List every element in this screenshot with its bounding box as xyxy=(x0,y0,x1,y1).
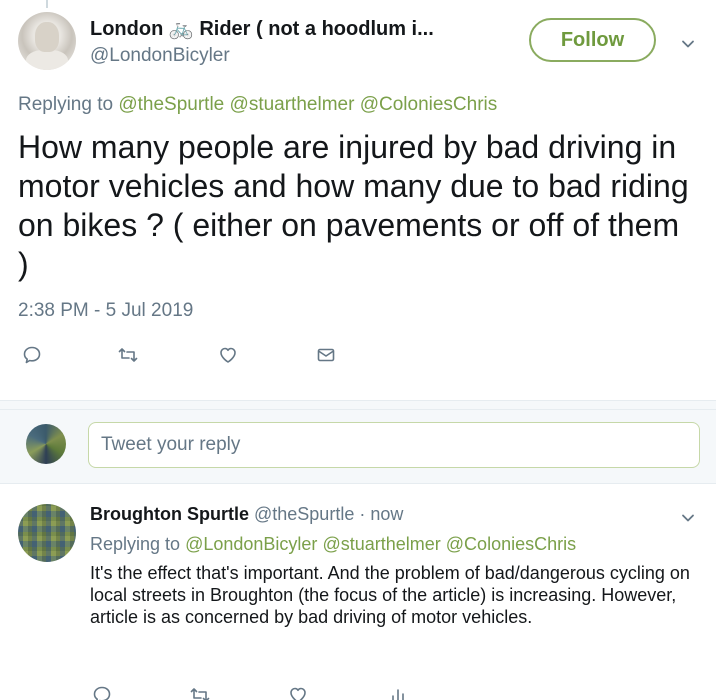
chevron-down-icon[interactable] xyxy=(680,36,696,52)
reply-header: Broughton Spurtle @theSpurtle · now xyxy=(90,504,403,525)
follow-button[interactable]: Follow xyxy=(529,18,656,62)
chevron-down-icon[interactable] xyxy=(680,510,696,526)
reply-input[interactable] xyxy=(88,422,700,468)
bicycle-emoji-icon: 🚲 xyxy=(168,18,194,40)
heart-icon[interactable] xyxy=(218,344,238,366)
mention-link[interactable]: @ColoniesChris xyxy=(446,534,576,554)
display-name[interactable]: Broughton Spurtle xyxy=(90,504,249,524)
main-tweet: London 🚲 Rider ( not a hoodlum i... @Lon… xyxy=(0,0,716,400)
user-handle-time[interactable]: @theSpurtle · now xyxy=(254,504,403,524)
mention-link[interactable]: @stuarthelmer xyxy=(230,94,355,115)
mention-link[interactable]: @LondonBicyler xyxy=(185,534,317,554)
replying-to: Replying to @theSpurtle @stuarthelmer @C… xyxy=(18,94,497,116)
mention-link[interactable]: @theSpurtle xyxy=(118,94,224,115)
avatar[interactable] xyxy=(18,12,76,70)
section-divider xyxy=(0,400,716,410)
display-name-first: London xyxy=(90,18,164,40)
tweet-text: It's the effect that's important. And th… xyxy=(90,563,690,627)
reply-tweet: Broughton Spurtle @theSpurtle · now Repl… xyxy=(0,488,716,700)
replying-to: Replying to @LondonBicyler @stuarthelmer… xyxy=(90,534,576,555)
tweet-text: How many people are injured by bad drivi… xyxy=(18,129,689,282)
reply-composer xyxy=(0,410,716,484)
heart-icon[interactable] xyxy=(288,684,308,700)
display-name[interactable]: London 🚲 Rider ( not a hoodlum i... xyxy=(90,16,434,41)
speech-bubble-icon[interactable] xyxy=(22,344,42,366)
mention-link[interactable]: @ColoniesChris xyxy=(360,94,498,115)
replying-prefix: Replying to xyxy=(90,534,181,554)
bar-chart-icon[interactable] xyxy=(388,684,408,700)
retweet-icon[interactable] xyxy=(190,684,210,700)
mention-link[interactable]: @stuarthelmer xyxy=(322,534,440,554)
tweet-actions xyxy=(0,344,716,366)
display-name-rest: Rider ( not a hoodlum i... xyxy=(199,18,434,40)
user-handle[interactable]: @LondonBicyler xyxy=(90,45,230,67)
speech-bubble-icon[interactable] xyxy=(92,684,112,700)
tweet-timestamp[interactable]: 2:38 PM - 5 Jul 2019 xyxy=(18,300,193,322)
current-user-avatar[interactable] xyxy=(26,424,66,464)
avatar[interactable] xyxy=(18,504,76,562)
reply-tweet-actions xyxy=(0,684,716,700)
retweet-icon[interactable] xyxy=(118,344,138,366)
avatar-figure-body xyxy=(26,50,68,70)
avatar-figure-face xyxy=(35,22,59,52)
replying-prefix: Replying to xyxy=(18,94,114,115)
envelope-icon[interactable] xyxy=(316,344,336,366)
